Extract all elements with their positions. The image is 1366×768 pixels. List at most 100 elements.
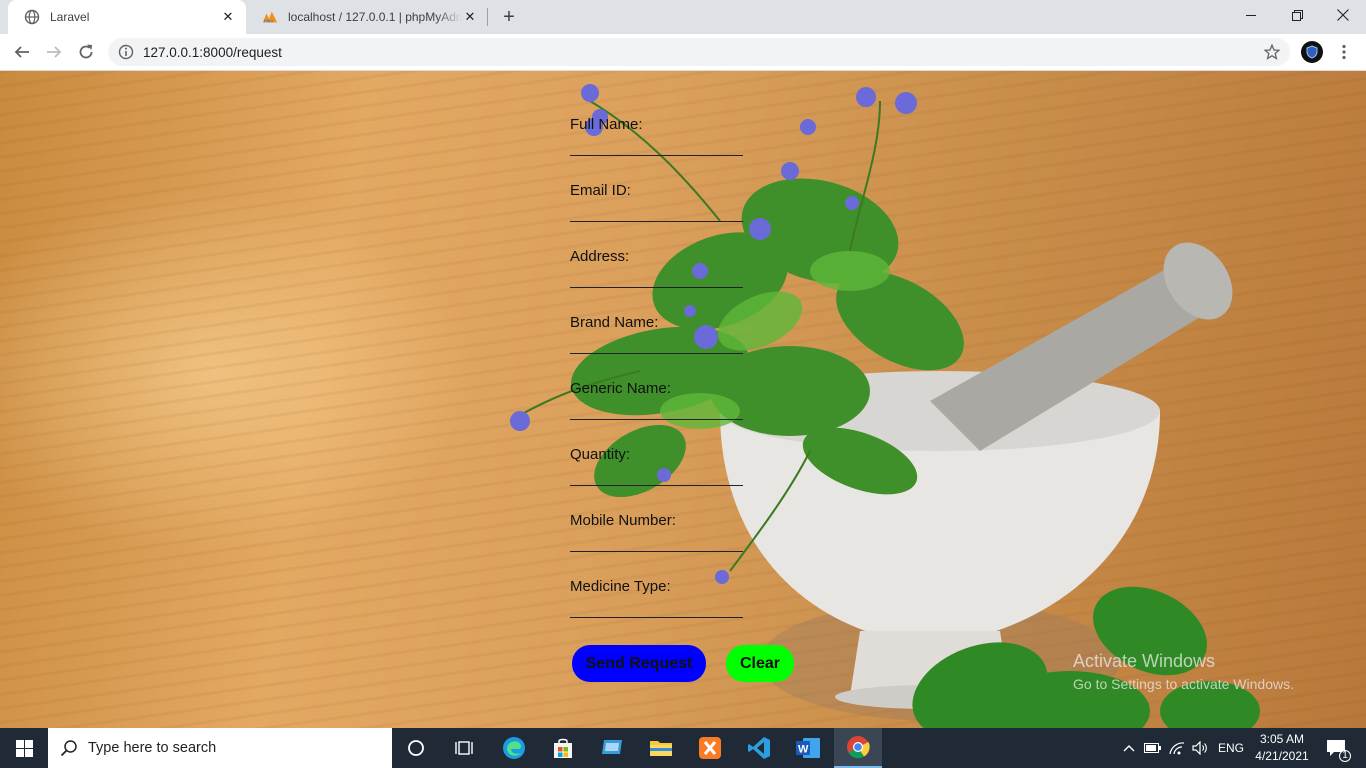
- speaker-icon: [1192, 741, 1207, 755]
- close-tab-icon[interactable]: ✕: [220, 9, 236, 25]
- search-placeholder: Type here to search: [88, 740, 217, 756]
- phpmyadmin-icon: PMA: [262, 9, 278, 25]
- volume-tray-icon[interactable]: [1189, 728, 1211, 768]
- tab-title: Laravel: [50, 10, 90, 24]
- forward-arrow-icon: [47, 46, 62, 58]
- medicine-type-label: Medicine Type:: [570, 578, 671, 595]
- svg-text:W: W: [798, 744, 809, 756]
- watermark-subtitle: Go to Settings to activate Windows.: [1073, 676, 1294, 692]
- address-field: Address:: [570, 248, 743, 288]
- browser-toolbar: 127.0.0.1:8000/request: [0, 34, 1366, 71]
- generic-name-input[interactable]: [570, 398, 743, 420]
- activate-windows-watermark: Activate Windows Go to Settings to activ…: [1073, 651, 1294, 692]
- brand-name-label: Brand Name:: [570, 314, 659, 331]
- forward-button[interactable]: [40, 38, 68, 66]
- back-button[interactable]: [8, 38, 36, 66]
- quantity-label: Quantity:: [570, 446, 631, 463]
- mobile-number-input[interactable]: [570, 530, 743, 552]
- edge-icon: [503, 737, 525, 759]
- email-input[interactable]: [570, 200, 743, 222]
- windows-logo-icon: [15, 739, 33, 757]
- monitor-app-icon: [602, 740, 622, 754]
- brand-name-input[interactable]: [570, 332, 743, 354]
- quantity-input[interactable]: [570, 464, 743, 486]
- full-name-input[interactable]: [570, 134, 743, 156]
- shield-icon: [1306, 45, 1318, 59]
- vscode-icon: [748, 737, 770, 759]
- email-label: Email ID:: [570, 182, 631, 199]
- clock-time: 3:05 AM: [1259, 732, 1305, 746]
- sway-app[interactable]: [588, 728, 636, 768]
- xampp-app[interactable]: [686, 728, 734, 768]
- network-tray-icon[interactable]: [1166, 728, 1188, 768]
- minimize-button[interactable]: [1228, 0, 1274, 30]
- url-text: 127.0.0.1:8000/request: [143, 44, 282, 60]
- taskbar-search-box[interactable]: Type here to search: [48, 728, 392, 768]
- taskbar-clock[interactable]: 3:05 AM 4/21/2021: [1252, 731, 1312, 765]
- back-arrow-icon: [14, 46, 29, 58]
- bookmark-star-icon[interactable]: [1264, 44, 1280, 60]
- store-bag-icon: [554, 738, 572, 758]
- task-view-button[interactable]: [440, 728, 488, 768]
- send-request-button[interactable]: Send Request: [572, 645, 706, 682]
- close-tab-icon[interactable]: ✕: [462, 9, 478, 25]
- browser-tab-strip: Laravel ✕ PMA localhost / 127.0.0.1 | ph…: [0, 0, 1366, 34]
- word-app[interactable]: W: [784, 728, 832, 768]
- folder-icon: [650, 741, 672, 756]
- generic-name-field: Generic Name:: [570, 380, 743, 420]
- quantity-field: Quantity:: [570, 446, 743, 486]
- reload-button[interactable]: [72, 38, 100, 66]
- language-indicator[interactable]: ENG: [1214, 728, 1248, 768]
- store-app[interactable]: [539, 728, 587, 768]
- show-hidden-icons-button[interactable]: [1118, 728, 1140, 768]
- clear-button[interactable]: Clear: [726, 645, 794, 682]
- cortana-button[interactable]: [392, 728, 440, 768]
- kebab-menu-icon: [1342, 44, 1346, 60]
- svg-text:PMA: PMA: [264, 18, 275, 23]
- chrome-app[interactable]: [834, 728, 882, 768]
- new-tab-button[interactable]: +: [497, 5, 521, 29]
- notification-count: 1: [1339, 750, 1351, 762]
- address-input[interactable]: [570, 266, 743, 288]
- vscode-app[interactable]: [735, 728, 783, 768]
- action-center-button[interactable]: 1: [1318, 728, 1354, 768]
- mobile-number-label: Mobile Number:: [570, 512, 676, 529]
- page-viewport: Full Name: Email ID: Address: Brand Name…: [0, 71, 1366, 728]
- tab-title: localhost / 127.0.0.1 | phpMyAdmin: [288, 10, 462, 24]
- wifi-icon: [1169, 742, 1185, 755]
- browser-menu-button[interactable]: [1334, 41, 1354, 63]
- profile-avatar[interactable]: [1301, 41, 1323, 63]
- tab-phpmyadmin[interactable]: PMA localhost / 127.0.0.1 | phpMyAdmin ✕: [246, 0, 488, 34]
- chevron-up-icon: [1123, 745, 1135, 752]
- search-icon: [60, 740, 77, 757]
- globe-icon: [24, 9, 40, 25]
- restore-button[interactable]: [1274, 0, 1320, 30]
- watermark-title: Activate Windows: [1073, 651, 1216, 671]
- address-label: Address:: [570, 248, 630, 265]
- brand-name-field: Brand Name:: [570, 314, 743, 354]
- medicine-type-field: Medicine Type:: [570, 578, 743, 618]
- file-explorer-app[interactable]: [637, 728, 685, 768]
- battery-icon: [1144, 743, 1161, 753]
- medicine-type-input[interactable]: [570, 596, 743, 618]
- edge-app[interactable]: [490, 728, 538, 768]
- tab-laravel[interactable]: Laravel ✕: [8, 0, 246, 34]
- full-name-label: Full Name:: [570, 116, 643, 133]
- info-icon: [118, 44, 134, 60]
- mobile-number-field: Mobile Number:: [570, 512, 743, 552]
- battery-tray-icon[interactable]: [1142, 728, 1164, 768]
- reload-icon: [79, 44, 93, 59]
- task-view-icon: [455, 741, 473, 755]
- tab-separator: [487, 8, 488, 26]
- windows-taskbar: Type here to search W ENG 3:05 AM 4/21/2…: [0, 728, 1366, 768]
- email-field: Email ID:: [570, 182, 743, 222]
- close-window-button[interactable]: [1320, 0, 1366, 30]
- start-button[interactable]: [0, 728, 48, 768]
- generic-name-label: Generic Name:: [570, 380, 671, 397]
- chrome-icon: [847, 736, 870, 759]
- xampp-icon: [699, 737, 721, 759]
- address-bar[interactable]: 127.0.0.1:8000/request: [108, 38, 1290, 66]
- word-icon: W: [796, 738, 820, 758]
- cortana-circle-icon: [408, 740, 424, 756]
- full-name-field: Full Name:: [570, 116, 743, 156]
